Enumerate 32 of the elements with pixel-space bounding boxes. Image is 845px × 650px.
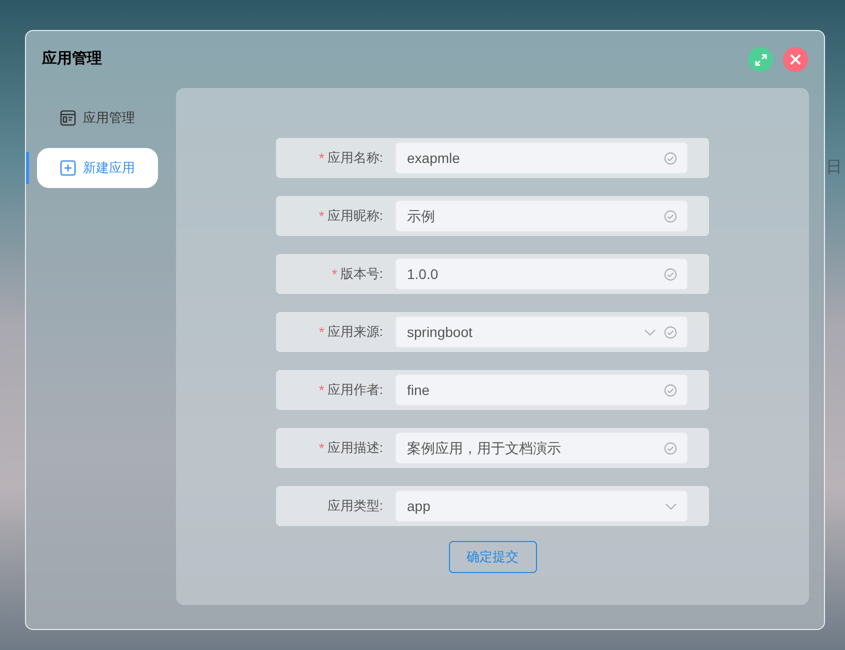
select-field[interactable]: app [395,490,688,522]
required-mark: * [318,148,324,168]
field-label: 应用名称: [327,149,383,168]
required-mark: * [318,380,324,400]
active-indicator [26,152,29,184]
input-field[interactable]: fine [395,374,688,406]
select-field[interactable]: springboot [395,316,688,348]
field-label: 应用昵称: [327,207,383,226]
input-field[interactable]: 1.0.0 [395,258,688,290]
window-title: 应用管理 [42,49,102,70]
required-mark: * [332,264,338,284]
input-field[interactable]: exapmle [395,142,688,174]
required-mark: * [318,438,324,458]
close-button[interactable] [783,47,808,72]
close-icon [790,54,801,65]
maximize-button[interactable] [748,47,773,72]
field-label: 应用作者: [327,381,383,400]
required-mark: * [318,206,324,226]
chevron-down-icon [665,502,677,510]
field-label: 版本号: [340,265,383,284]
input-field[interactable]: 示例 [395,200,688,232]
sidebar-item[interactable]: 应用管理 [37,98,158,138]
sidebar-item[interactable]: 新建应用 [37,148,158,188]
field-label: 应用来源: [327,323,383,342]
field-label: 应用类型: [327,497,383,516]
expand-icon [754,54,766,66]
input-field[interactable]: 案例应用，用于文档演示 [395,432,688,464]
window-icon [60,110,76,126]
required-mark: * [318,322,324,342]
chevron-down-icon [644,328,656,336]
field-label: 应用描述: [327,439,383,458]
add-icon [60,160,76,176]
